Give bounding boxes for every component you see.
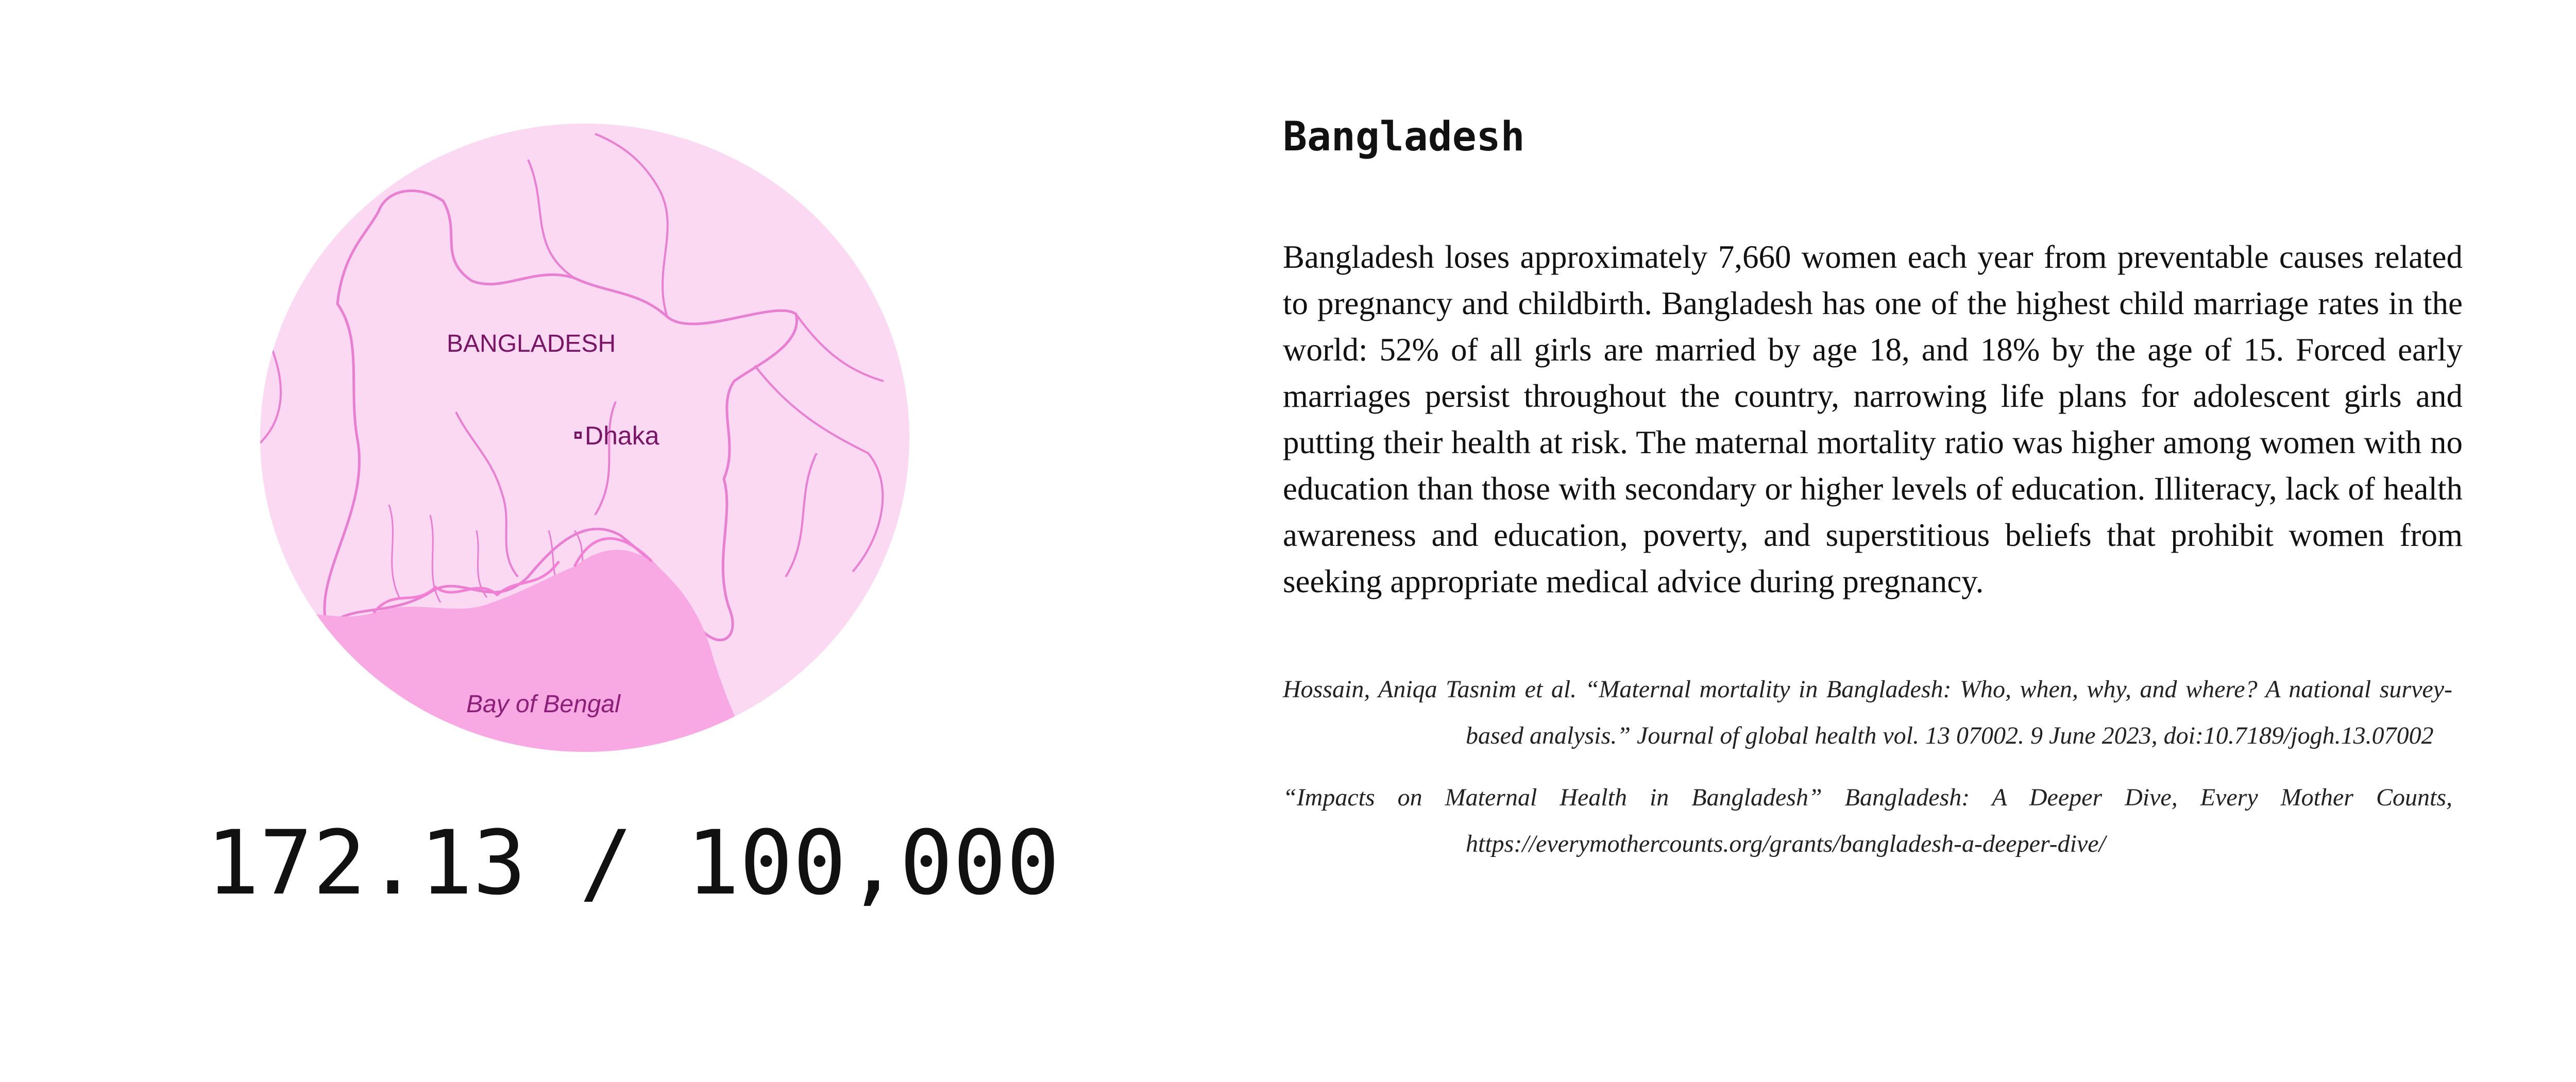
map-sea-label: Bay of Bengal [466,691,620,718]
map-city-label: Dhaka [585,421,659,450]
country-title: Bangladesh [1283,114,1525,160]
city-marker-icon [574,432,582,439]
country-description: Bangladesh loses approximately 7,660 wom… [1283,238,2463,599]
bangladesh-map: BANGLADESH Dhaka Bay of Bengal [260,124,909,752]
info-panel: Bangladesh Bangladesh loses approximatel… [1283,113,2478,883]
map-country-label: BANGLADESH [447,330,616,357]
citation-item: “Impacts on Maternal Health in Banglades… [1283,783,2452,857]
citations-list: Hossain, Aniqa Tasnim et al. “Maternal m… [1283,666,2452,867]
citation-item: Hossain, Aniqa Tasnim et al. “Maternal m… [1283,675,2452,749]
maternal-mortality-ratio: 172.13 / 100,000 [206,811,1060,915]
map-panel: BANGLADESH Dhaka Bay of Bengal 172.13 / … [0,0,1185,1082]
